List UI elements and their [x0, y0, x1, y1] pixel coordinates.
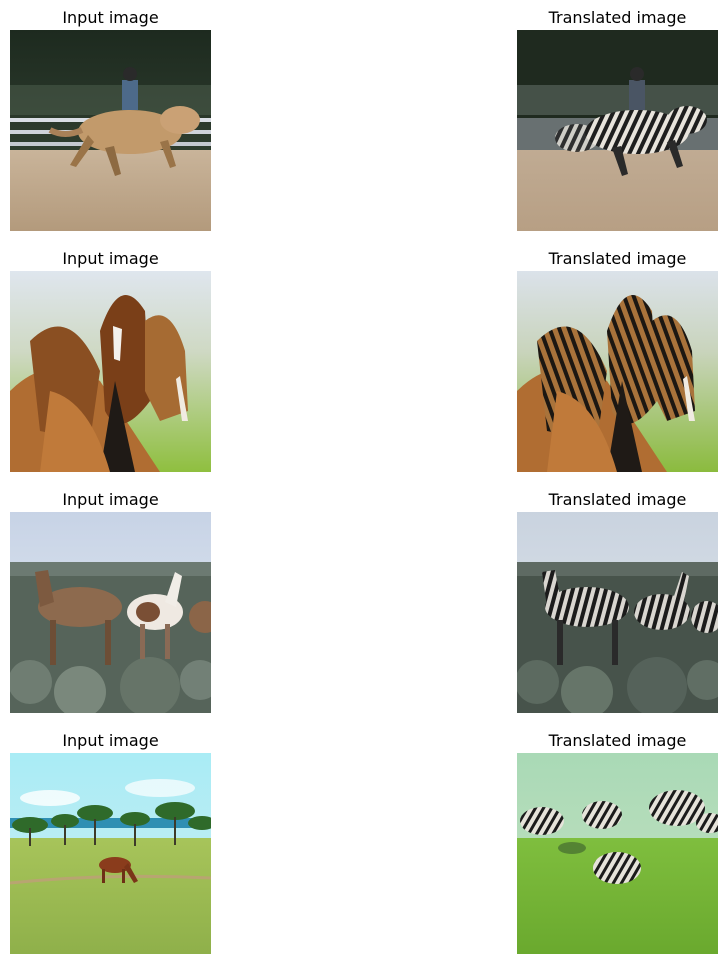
output-image-3: [517, 512, 718, 713]
output-image-1: [517, 30, 718, 231]
input-image-2: [10, 271, 211, 472]
input-title-4: Input image: [62, 731, 159, 750]
input-title-2: Input image: [62, 249, 159, 268]
output-image-4: [517, 753, 718, 954]
output-title-4: Translated image: [548, 731, 687, 750]
output-title-3: Translated image: [548, 490, 687, 509]
input-title-3: Input image: [62, 490, 159, 509]
output-title-1: Translated image: [548, 8, 687, 27]
output-image-2: [517, 271, 718, 472]
input-image-4: [10, 753, 211, 954]
input-image-3: [10, 512, 211, 713]
comparison-figure: Input image Translated image Input image…: [0, 0, 728, 966]
input-title-1: Input image: [62, 8, 159, 27]
output-title-2: Translated image: [548, 249, 687, 268]
input-image-1: [10, 30, 211, 231]
